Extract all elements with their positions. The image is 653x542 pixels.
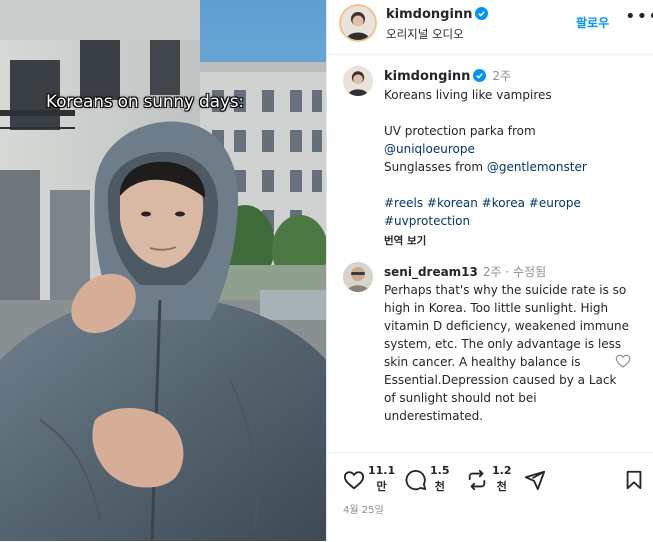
heart-icon[interactable] <box>343 469 365 491</box>
post-date[interactable]: 4월 25일 <box>343 501 384 516</box>
follow-button[interactable]: 팔로우 <box>576 14 609 31</box>
original-audio-link[interactable]: 오리지널 오디오 <box>386 26 464 42</box>
post-action-bar: 11.1 만 1.5 천 1.2 천 4월 25일 <box>327 452 653 542</box>
comment-like-heart-icon[interactable] <box>615 353 631 369</box>
verified-badge-icon <box>475 7 489 20</box>
hashtags-line-1[interactable]: #reels #korean #korea #europe <box>384 194 639 212</box>
reel-photo <box>0 0 326 541</box>
bookmark-icon[interactable] <box>623 469 645 491</box>
more-options-icon[interactable]: ••• <box>625 6 653 27</box>
author-avatar[interactable] <box>341 6 375 40</box>
caption-time[interactable]: 2주 <box>492 69 511 83</box>
repost-icon[interactable] <box>466 469 488 491</box>
caption-line-1: Koreans living like vampires <box>384 88 552 102</box>
share-icon[interactable] <box>524 469 546 491</box>
comment-icon[interactable] <box>405 469 427 491</box>
post-header: kimdonginn 오리지널 오디오 팔로우 ••• <box>327 0 653 55</box>
post-side-panel: kimdonginn 오리지널 오디오 팔로우 ••• kimdonginn 2주… <box>326 0 653 541</box>
caption-username[interactable]: kimdonginn <box>384 69 470 84</box>
comment-time[interactable]: 2주 · 수정됨 <box>483 265 546 279</box>
mention-uniqloeurope[interactable]: @uniqloeurope <box>384 142 475 156</box>
commenter-avatar[interactable] <box>343 262 373 292</box>
mention-gentlemonster[interactable]: @gentlemonster <box>487 160 587 174</box>
commenter-username[interactable]: seni_dream13 <box>384 265 478 279</box>
comment-item: seni_dream13 2주 · 수정됨 Perhaps that's why … <box>384 263 629 425</box>
caption-line-2: UV protection parka from <box>384 124 536 138</box>
repost-count[interactable]: 1.2 천 <box>492 463 512 495</box>
comment-count[interactable]: 1.5 천 <box>430 463 450 495</box>
author-username[interactable]: kimdonginn <box>386 7 472 22</box>
verified-badge-icon <box>473 69 487 82</box>
video-overlay-caption: Koreans on sunny days: <box>46 92 244 112</box>
see-translation-button[interactable]: 번역 보기 <box>384 232 639 250</box>
hashtags-line-2[interactable]: #uvprotection <box>384 212 639 230</box>
post-media[interactable]: Koreans on sunny days: <box>0 0 326 541</box>
comment-text: Perhaps that's why the suicide rate is s… <box>384 283 629 423</box>
caption-line-3: Sunglasses from <box>384 160 487 174</box>
caption-author-avatar[interactable] <box>343 66 373 96</box>
like-count[interactable]: 11.1 만 <box>368 463 395 495</box>
instagram-post: Koreans on sunny days: kimdonginn 오리지널 오… <box>0 0 653 541</box>
post-caption: kimdonginn 2주 Koreans living like vampire… <box>384 67 639 250</box>
author-username-row[interactable]: kimdonginn <box>386 7 489 22</box>
